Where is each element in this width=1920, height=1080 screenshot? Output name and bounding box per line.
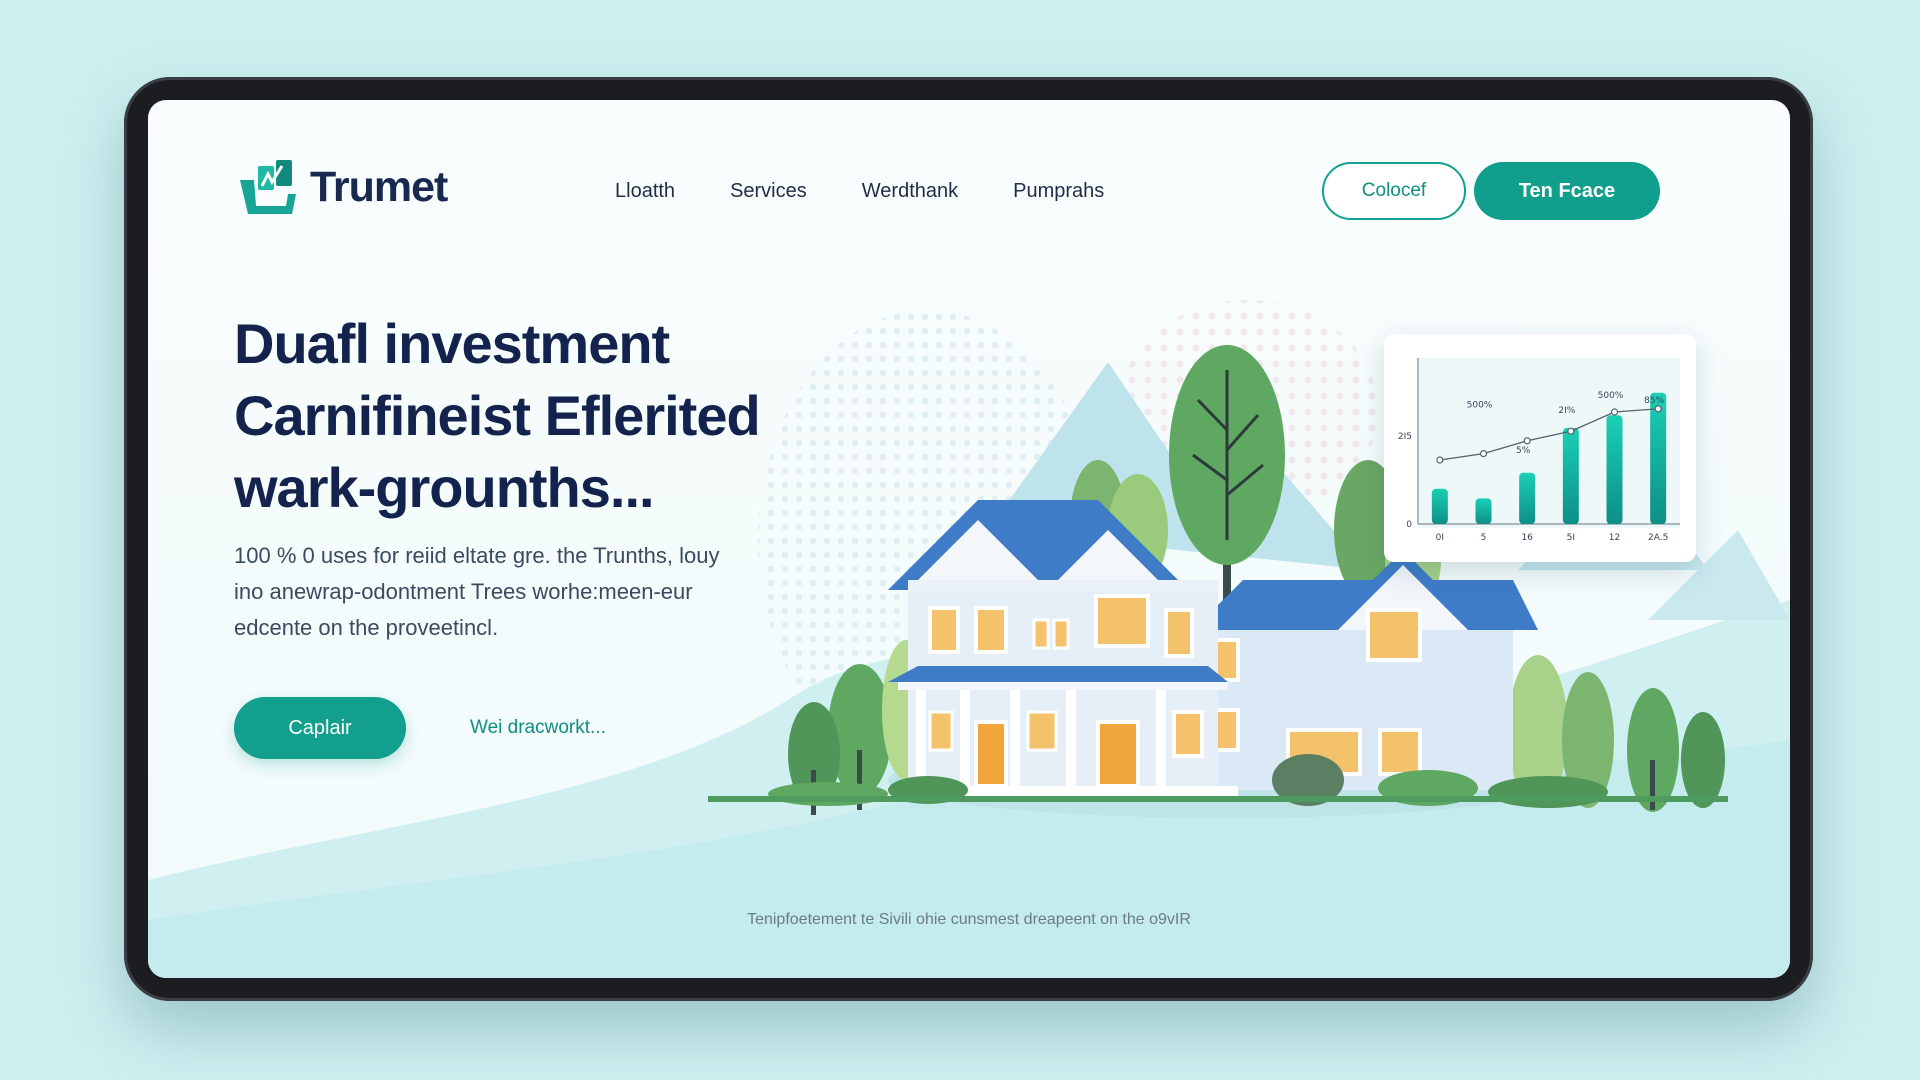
growth-chart-card: 0I 5 16 5I 12 2A.5 0 2I5 500% 5% 2I% 500% 85% [1384,334,1696,562]
chart-bar [1475,498,1492,524]
chart-plot-area [1418,358,1680,528]
header-outline-button[interactable]: Colocef [1322,162,1466,220]
x-tick-label: 5 [1481,533,1487,543]
chart-annotation: 5% [1516,446,1531,456]
nav-item-services[interactable]: Services [730,180,807,203]
nav-item-pumprahs[interactable]: Pumprahs [1013,180,1104,203]
header-primary-button[interactable]: Ten Fcace [1474,162,1660,220]
brand-logo[interactable]: Trumet [234,156,448,218]
x-tick-label: 16 [1521,533,1533,543]
hero-primary-button[interactable]: Caplair [234,697,406,759]
nav-item-werdthank[interactable]: Werdthank [862,180,958,203]
y-tick-label: 2I5 [1398,432,1412,442]
x-tick-label: 0I [1436,533,1444,543]
chart-point [1567,427,1575,435]
chart-annotation: 85% [1644,396,1664,406]
chart-point [1654,405,1662,413]
hero-secondary-link[interactable]: Wei dracworkt... [470,717,606,739]
landing-page: Trumet Lloatth Services Werdthank Pumpra… [148,100,1790,978]
chart-annotation: 500% [1598,391,1624,401]
logo-mark-icon [240,160,296,214]
chart-bar [1519,472,1536,524]
chart-point [1479,449,1488,458]
main-nav: Lloatth Services Werdthank Pumprahs [615,180,1104,203]
x-tick-label: 5I [1567,533,1575,543]
chart-bar [1650,392,1667,524]
growth-chart: 0I 5 16 5I 12 2A.5 0 2I5 500% 5% 2I% 500% 85% [1398,358,1680,543]
chart-bar [1431,488,1448,524]
nav-item-lloatth[interactable]: Lloatth [615,180,675,203]
chart-bar [1606,415,1623,524]
chart-point [1436,456,1444,464]
chart-bar [1562,428,1579,524]
footer-note: Tenipfoetement te Sivili ohie cunsmest d… [747,911,1191,928]
x-tick-label: 2A.5 [1648,533,1668,543]
chart-annotation: 2I% [1558,406,1575,416]
x-tick-label: 12 [1609,533,1620,543]
y-tick-label: 0 [1406,520,1412,530]
chart-annotation: 500% [1467,401,1493,411]
chart-point [1610,408,1619,416]
brand-name: Trumet [310,162,448,211]
chart-point [1523,437,1531,445]
